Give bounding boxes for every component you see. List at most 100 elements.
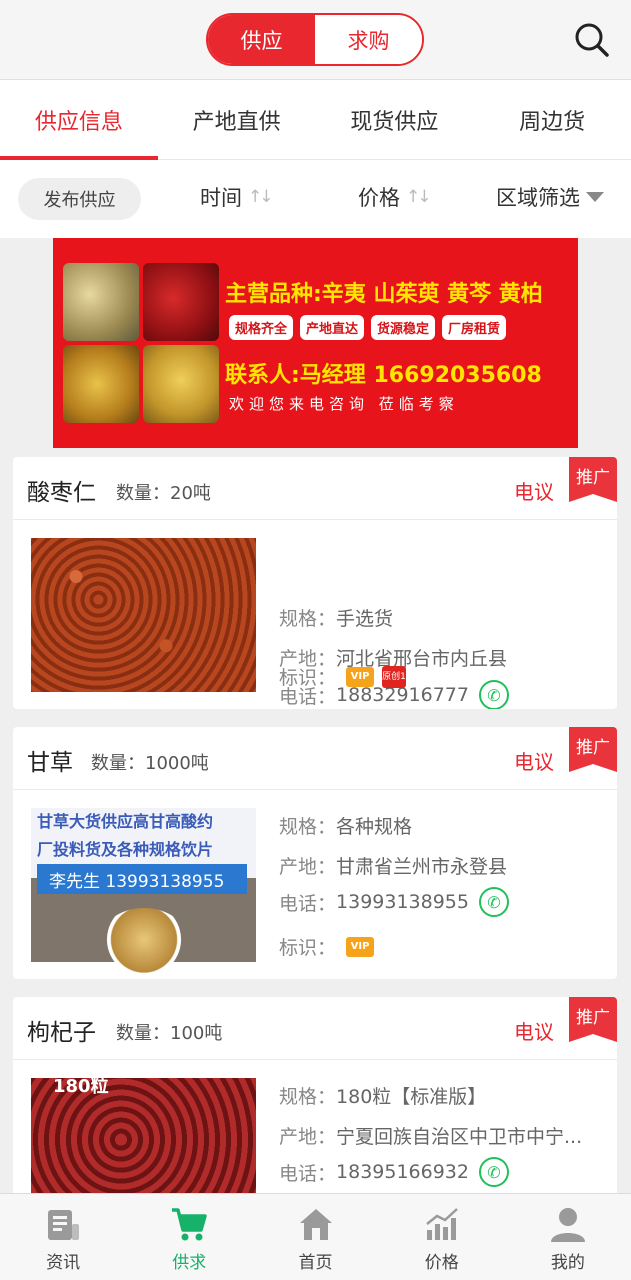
listing-header: 枸杞子 数量：100吨 电议 推广: [13, 997, 617, 1060]
top-bar: 供应 求购: [0, 0, 631, 80]
listing-name: 枸杞子: [27, 1020, 96, 1046]
sort-price[interactable]: 价格 ↑↓: [358, 182, 431, 212]
vip-badge-icon: VIP: [346, 936, 375, 957]
promo-badge: 推广: [569, 457, 617, 502]
origin-row: 产地： 甘肃省兰州市永登县: [279, 852, 507, 879]
phone-value: 18395166932: [336, 1161, 469, 1183]
origin-label: 产地：: [279, 856, 337, 878]
phone-call-icon[interactable]: ✆: [479, 887, 509, 917]
nav-home[interactable]: 首页: [252, 1194, 378, 1280]
photo-licorice-bowl: [99, 908, 189, 978]
filter-bar: 发布供应 时间 ↑↓ 价格 ↑↓ 区域筛选: [0, 160, 631, 238]
herb-photo-cornus: [143, 263, 219, 341]
promo-badge: 推广: [569, 727, 617, 772]
price-chart-icon: [425, 1208, 458, 1240]
listing-header: 甘草 数量：1000吨 电议 推广: [13, 727, 617, 790]
mark-label: 标识：: [279, 667, 337, 689]
nav-price[interactable]: 价格: [379, 1194, 505, 1280]
promo-badge: 推广: [569, 997, 617, 1042]
sort-arrows-icon: ↑↓: [248, 187, 273, 207]
demand-segment[interactable]: 求购: [315, 15, 422, 64]
dropdown-triangle-icon: [586, 192, 604, 202]
cart-icon: [172, 1208, 208, 1241]
herb-photo-phellodendron: [143, 345, 219, 423]
tab-supply-info[interactable]: 供应信息: [0, 80, 158, 160]
listing-name: 甘草: [27, 750, 73, 776]
photo-caption: 180粒: [53, 1076, 109, 1097]
region-filter[interactable]: 区域筛选: [496, 182, 604, 212]
nav-label: 我的: [550, 1253, 585, 1273]
nav-label: 首页: [298, 1253, 333, 1273]
vip-badge-icon: VIP: [346, 666, 375, 687]
photo-caption: 甘草大货供应高甘高酸约: [37, 812, 214, 831]
listing-name: 酸枣仁: [27, 480, 96, 506]
sort-price-label: 价格: [358, 186, 400, 210]
mark-row: 标识： VIP 原创1: [279, 663, 407, 690]
region-filter-label: 区域筛选: [496, 186, 580, 210]
listing-price: 电议: [514, 750, 554, 774]
banner-tag: 货源稳定: [371, 315, 436, 340]
listing-header: 酸枣仁 数量：20吨 电议 推广: [13, 457, 617, 520]
origin-value: 宁夏回族自治区中卫市中宁...: [336, 1126, 583, 1148]
listing-photo[interactable]: 180粒: [31, 1076, 256, 1197]
home-icon: [299, 1209, 332, 1240]
spec-row: 规格： 手选货: [279, 604, 393, 631]
search-icon[interactable]: [572, 20, 612, 60]
supply-demand-switch: 供应 求购: [206, 13, 424, 66]
publish-supply-button[interactable]: 发布供应: [18, 178, 141, 220]
listing-photo[interactable]: [31, 538, 256, 692]
herb-photo-scutellaria: [63, 345, 139, 423]
sort-time-label: 时间: [200, 186, 242, 210]
listing-quantity: 数量：20吨: [116, 483, 211, 504]
mark-label: 标识：: [279, 937, 337, 959]
phone-value: 13993138955: [336, 891, 469, 913]
phone-label: 电话：: [279, 1162, 337, 1185]
banner-tag: 厂房租赁: [442, 315, 507, 340]
original-badge-icon: 原创1: [382, 665, 407, 688]
banner-title: 主营品种:辛夷 山茱萸 黄芩 黄柏: [225, 282, 543, 307]
spec-label: 规格：: [279, 816, 337, 838]
listing-photo[interactable]: 甘草大货供应高甘高酸约 厂投料货及各种规格饮片 李先生 13993138955: [31, 808, 256, 978]
phone-call-icon[interactable]: ✆: [479, 680, 509, 709]
spec-value: 手选货: [336, 608, 394, 630]
spec-label: 规格：: [279, 608, 337, 630]
mark-row: 标识： VIP: [279, 933, 375, 960]
tab-origin-direct[interactable]: 产地直供: [158, 80, 316, 159]
user-icon: [550, 1208, 585, 1242]
nav-label: 资讯: [46, 1253, 81, 1273]
listing-price: 电议: [514, 1020, 554, 1044]
sort-time[interactable]: 时间 ↑↓: [200, 182, 273, 212]
nav-label: 供求: [172, 1253, 207, 1273]
banner-contact: 联系人:马经理 16692035608: [225, 363, 542, 388]
listing-quantity: 数量：1000吨: [91, 753, 209, 774]
banner-welcome: 欢迎您来电咨询 莅临考察: [229, 395, 459, 413]
nav-label: 价格: [424, 1253, 459, 1273]
tab-spot-supply[interactable]: 现货供应: [316, 80, 474, 159]
category-tabs: 供应信息 产地直供 现货供应 周边货: [0, 80, 631, 160]
photo-contact: 李先生 13993138955: [37, 864, 247, 894]
spec-label: 规格：: [279, 1086, 337, 1108]
phone-row: 电话： 18395166932 ✆: [279, 1157, 509, 1187]
phone-row: 电话： 13993138955 ✆: [279, 887, 509, 917]
banner-tags: 规格齐全 产地直达 货源稳定 厂房租赁: [229, 315, 507, 340]
banner-herb-photos: [63, 263, 219, 423]
nav-supply-demand[interactable]: 供求: [126, 1194, 252, 1280]
nav-news[interactable]: 资讯: [0, 1194, 126, 1280]
tab-nearby-goods[interactable]: 周边货: [473, 80, 631, 159]
news-icon: [48, 1210, 80, 1240]
spec-row: 规格： 各种规格: [279, 812, 412, 839]
ad-banner[interactable]: 主营品种:辛夷 山茱萸 黄芩 黄柏 规格齐全 产地直达 货源稳定 厂房租赁 联系…: [53, 238, 578, 448]
phone-label: 电话：: [279, 892, 337, 915]
spec-value: 各种规格: [336, 816, 413, 838]
banner-tag: 产地直达: [300, 315, 365, 340]
spec-row: 规格： 180粒【标准版】: [279, 1082, 486, 1109]
herb-photo-magnolia: [63, 263, 139, 341]
spec-value: 180粒【标准版】: [336, 1086, 487, 1108]
bottom-nav: 资讯 供求 首页 价格 我的: [0, 1193, 631, 1280]
origin-label: 产地：: [279, 1126, 337, 1148]
supply-segment[interactable]: 供应: [208, 15, 315, 64]
photo-caption: 厂投料货及各种规格饮片: [37, 840, 214, 859]
nav-mine[interactable]: 我的: [505, 1194, 631, 1280]
phone-call-icon[interactable]: ✆: [479, 1157, 509, 1187]
origin-value: 甘肃省兰州市永登县: [336, 856, 508, 878]
